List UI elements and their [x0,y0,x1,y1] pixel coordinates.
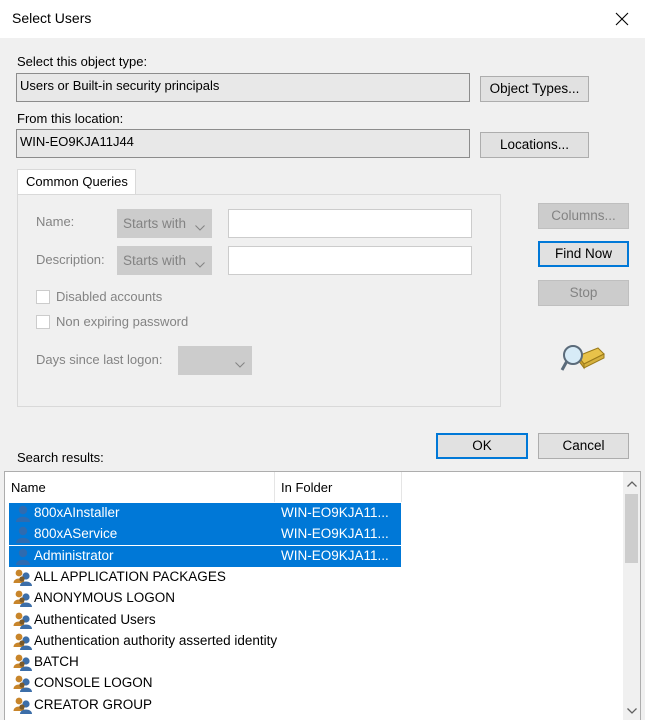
list-item[interactable]: 800xAInstaller WIN-EO9KJA11... [9,503,401,524]
group-icon [13,632,33,651]
name-mode-select[interactable]: Starts with [117,209,212,238]
vertical-scrollbar[interactable] [623,472,640,720]
disabled-accounts-label: Disabled accounts [56,289,163,304]
list-item[interactable]: Authentication authority asserted identi… [9,631,401,652]
column-header-name[interactable]: Name [5,472,275,502]
name-mode-value: Starts with [123,216,187,231]
location-label: From this location: [17,111,124,126]
window-title: Select Users [12,10,92,26]
close-icon[interactable] [599,0,645,38]
title-bar[interactable]: Select Users [0,0,645,38]
list-item-name: BATCH [34,654,79,670]
locations-button[interactable]: Locations... [480,132,589,158]
column-header-in-folder[interactable]: In Folder [275,472,402,502]
chevron-down-icon [235,356,245,371]
days-since-logon-label: Days since last logon: [36,352,163,367]
list-item-name: CONSOLE LOGON [34,675,153,691]
list-item-folder: WIN-EO9KJA11... [281,547,389,563]
list-item[interactable]: BATCH [9,652,401,673]
list-item-folder: WIN-EO9KJA11... [281,526,389,542]
object-type-label: Select this object type: [17,54,148,69]
list-item-name: 800xAService [34,526,118,542]
disabled-accounts-checkbox[interactable] [36,290,50,304]
group-icon [13,568,33,587]
list-item[interactable]: ANONYMOUS LOGON [9,588,401,609]
name-input[interactable] [228,209,472,238]
list-item-name: Authenticated Users [34,611,156,627]
description-label: Description: [36,252,105,267]
list-item[interactable]: Authenticated Users [9,610,401,631]
description-mode-select[interactable]: Starts with [117,246,212,275]
search-flashlight-icon [560,340,606,379]
list-item[interactable]: CONSOLE LOGON [9,673,401,694]
chevron-down-icon [195,256,205,271]
list-item-name: 800xAInstaller [34,505,120,520]
chevron-down-icon [195,219,205,234]
user-icon [13,504,33,523]
object-type-field: Users or Built-in security principals [16,73,470,102]
description-mode-value: Starts with [123,253,187,268]
list-item[interactable]: 800xAService WIN-EO9KJA11... [9,524,401,546]
list-item[interactable]: CREATOR GROUP [9,695,401,716]
scroll-up-icon[interactable] [623,475,640,492]
user-icon [13,525,33,544]
name-label: Name: [36,214,75,229]
list-item-name: Authentication authority asserted identi… [34,632,278,648]
columns-button[interactable]: Columns... [538,203,629,229]
list-item-name: Administrator [34,547,114,563]
group-icon [13,589,33,608]
group-icon [13,674,33,693]
search-results-list[interactable]: Name In Folder 800xAInstaller WIN-EO9KJA1… [4,471,641,720]
list-item-folder: WIN-EO9KJA11... [281,505,389,520]
group-icon [13,696,33,715]
days-since-logon-select[interactable] [178,346,252,375]
location-field: WIN-EO9KJA11J44 [16,129,470,158]
select-users-dialog: Select Users Select this object type: Us… [0,0,645,720]
group-icon [13,611,33,630]
tab-common-queries[interactable]: Common Queries [17,169,136,195]
cancel-button[interactable]: Cancel [538,433,629,459]
search-results-label: Search results: [17,450,104,465]
object-types-button[interactable]: Object Types... [480,76,589,102]
list-item[interactable]: Administrator WIN-EO9KJA11... [9,545,401,567]
non-expiring-password-checkbox[interactable] [36,315,50,329]
scroll-thumb[interactable] [625,494,638,563]
group-icon [13,653,33,672]
list-item-name: ANONYMOUS LOGON [34,590,176,606]
non-expiring-password-label: Non expiring password [56,314,189,329]
list-item-name: ALL APPLICATION PACKAGES [34,568,226,584]
scroll-down-icon[interactable] [623,702,640,719]
stop-button[interactable]: Stop [538,280,629,306]
list-item-name: CREATOR GROUP [34,696,153,712]
description-input[interactable] [228,246,472,275]
ok-button[interactable]: OK [436,433,528,459]
find-now-button[interactable]: Find Now [538,241,629,267]
list-item[interactable]: ALL APPLICATION PACKAGES [9,567,401,588]
user-icon [13,547,33,566]
